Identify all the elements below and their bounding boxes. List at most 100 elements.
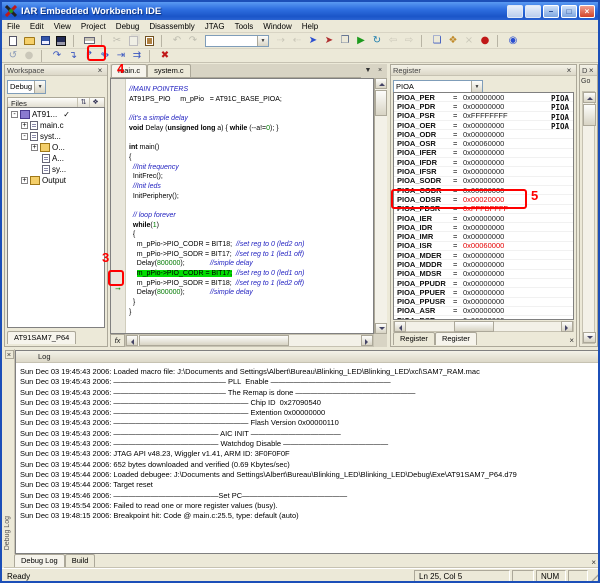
download-and-debug-icon[interactable]: ◉	[505, 34, 521, 48]
step-out-icon[interactable]: ↱	[81, 49, 97, 63]
scroll-up-icon[interactable]	[583, 92, 596, 103]
find-next-icon[interactable]: ⇢	[273, 34, 289, 48]
bottom-tab-build[interactable]: Build	[65, 554, 96, 567]
register-row-pioa_ifsr[interactable]: PIOA_IFSR=0x00000000	[394, 167, 573, 176]
menu-tools[interactable]: Tools	[230, 22, 259, 31]
register-row-pioa_per[interactable]: PIOA_PER=0x00000000	[394, 93, 573, 102]
editor-tab-main-c[interactable]: main.c	[111, 64, 147, 77]
register-row-pioa_isr[interactable]: PIOA_ISR=0x00060000	[394, 242, 573, 251]
tree-item-sy-[interactable]: sy...	[8, 164, 104, 175]
maximize-button[interactable]: □	[561, 5, 577, 18]
paste-icon[interactable]	[141, 34, 157, 48]
stop-build-icon[interactable]: ×	[461, 34, 477, 48]
editor-gutter[interactable]	[111, 79, 126, 333]
register-row-pioa_sodr[interactable]: PIOA_SODR=0x00000000	[394, 177, 573, 186]
reset-icon[interactable]: ↺	[5, 49, 21, 63]
scroll-right-icon[interactable]	[361, 335, 373, 346]
batch-build-icon[interactable]: ❖	[445, 34, 461, 48]
scroll-down-icon[interactable]	[375, 323, 387, 334]
register-row-pioa_oer[interactable]: PIOA_OER=0x00000000	[394, 121, 573, 130]
register-row-pioa_psr[interactable]: PIOA_PSR=0xFFFFFFFF	[394, 112, 573, 121]
goto-bookmark-icon[interactable]: ➤	[321, 34, 337, 48]
register-row-pioa_mdsr[interactable]: PIOA_MDSR=0x00000000	[394, 270, 573, 279]
scroll-right-icon[interactable]	[561, 321, 573, 332]
register-hscroll-thumb[interactable]	[454, 321, 494, 332]
register-row-pioa_odsr[interactable]: PIOA_ODSR=0x00020000	[394, 195, 573, 204]
tree-item-o-[interactable]: +O...	[8, 142, 104, 153]
nav-back-icon[interactable]: ⇦	[385, 34, 401, 48]
register-close-icon[interactable]: ×	[564, 66, 574, 75]
inactive-window-button-1[interactable]	[507, 5, 523, 18]
scroll-down-icon[interactable]	[583, 332, 596, 343]
save-icon[interactable]	[37, 34, 53, 48]
print-icon[interactable]	[81, 34, 97, 48]
find-previous-icon[interactable]: ⇠	[289, 34, 305, 48]
tree-expander-icon[interactable]: +	[21, 122, 28, 129]
bottom-tab-debug-log[interactable]: Debug Log	[14, 554, 65, 567]
register-horizontal-scrollbar[interactable]	[393, 321, 574, 332]
open-header-icon[interactable]: ❏	[429, 34, 445, 48]
editor-vscroll-thumb[interactable]	[375, 90, 387, 116]
next-statement-icon[interactable]: ↬	[97, 49, 113, 63]
menu-edit[interactable]: Edit	[25, 22, 49, 31]
break-icon[interactable]: ●	[21, 49, 37, 63]
register-row-pioa_asr[interactable]: PIOA_ASR=0x00000000	[394, 307, 573, 316]
register-row-pioa_pdr[interactable]: PIOA_PDR=0x00000000	[394, 102, 573, 111]
tree-item-main-c[interactable]: +main.c	[8, 120, 104, 131]
menu-jtag[interactable]: JTAG	[200, 22, 230, 31]
compile-icon[interactable]: ▶	[353, 34, 369, 48]
register-row-pioa_pdsr[interactable]: PIOA_PDSR=0xFFFBFFFF	[394, 205, 573, 214]
minimize-button[interactable]: –	[543, 5, 559, 18]
toggle-bookmark-icon[interactable]: ➤	[305, 34, 321, 48]
tree-item-at91-[interactable]: -AT91...✓	[8, 109, 104, 120]
workspace-close-icon[interactable]: ×	[95, 66, 105, 75]
tree-item-syst-[interactable]: -syst...	[8, 131, 104, 142]
menu-file[interactable]: File	[2, 22, 25, 31]
tree-expander-icon[interactable]: +	[21, 177, 28, 184]
new-file-icon[interactable]	[5, 34, 21, 48]
find-combobox-dropdown-icon[interactable]: ▼	[257, 36, 268, 46]
function-list-button[interactable]: fx	[110, 334, 125, 347]
log-tabbar-close-icon[interactable]: ×	[591, 558, 596, 567]
code-editor[interactable]: → //MAIN POINTERSAT91PS_PIO m_pPio = AT9…	[110, 78, 374, 334]
register-tabbar-close-icon[interactable]: ×	[569, 336, 574, 345]
menu-disassembly[interactable]: Disassembly	[144, 22, 199, 31]
editor-tab-system-c[interactable]: system.c	[147, 64, 191, 77]
title-bar[interactable]: IAR Embedded Workbench IDE – □ ×	[2, 2, 598, 20]
step-over-icon[interactable]: ↷	[49, 49, 65, 63]
editor-tab-close-icon[interactable]: ×	[374, 65, 386, 76]
register-tab-2[interactable]: Register	[435, 332, 477, 345]
log-panel-grip[interactable]: × Debug Log	[4, 349, 15, 554]
nav-forward-icon[interactable]: ⇨	[401, 34, 417, 48]
make-icon[interactable]: ↻	[369, 34, 385, 48]
register-row-pioa_odr[interactable]: PIOA_ODR=0x00000000	[394, 130, 573, 139]
copy-icon[interactable]	[125, 34, 141, 48]
resize-grip-icon[interactable]	[590, 570, 600, 582]
register-row-pioa_mddr[interactable]: PIOA_MDDR=0x00000000	[394, 260, 573, 269]
scroll-left-icon[interactable]	[394, 321, 406, 332]
menu-project[interactable]: Project	[76, 22, 111, 31]
register-tab-1[interactable]: Register	[393, 332, 435, 345]
register-row-pioa_ppuer[interactable]: PIOA_PPUER=0x00000000	[394, 288, 573, 297]
scroll-up-icon[interactable]	[375, 78, 387, 89]
find-combobox[interactable]: ▼	[205, 35, 269, 47]
inactive-window-button-2[interactable]	[525, 5, 541, 18]
register-row-pioa_ppusr[interactable]: PIOA_PPUSR=0x00000000	[394, 298, 573, 307]
register-row-pioa_ppudr[interactable]: PIOA_PPUDR=0x00000000	[394, 279, 573, 288]
toggle-breakpoint-icon[interactable]: ●	[477, 34, 493, 48]
scroll-left-icon[interactable]	[126, 335, 138, 346]
stop-debugging-icon[interactable]: ✖	[157, 49, 173, 63]
register-row-pioa_codr[interactable]: PIOA_CODR=0x00000000	[394, 186, 573, 195]
register-row-pioa_ier[interactable]: PIOA_IER=0x00000000	[394, 214, 573, 223]
log-close-icon[interactable]: ×	[5, 350, 14, 359]
menu-window[interactable]: Window	[258, 22, 296, 31]
go-icon[interactable]: ⇉	[129, 49, 145, 63]
tree-expander-icon[interactable]: -	[21, 133, 28, 140]
disassembly-vertical-scrollbar[interactable]	[582, 91, 595, 344]
register-group-dropdown-icon[interactable]: ▼	[471, 81, 482, 93]
editor-vertical-scrollbar[interactable]	[374, 78, 387, 334]
tree-expander-icon[interactable]: -	[11, 111, 18, 118]
menu-debug[interactable]: Debug	[111, 22, 145, 31]
save-all-icon[interactable]	[53, 34, 69, 48]
workspace-config-select[interactable]: Debug ▼	[7, 80, 46, 94]
